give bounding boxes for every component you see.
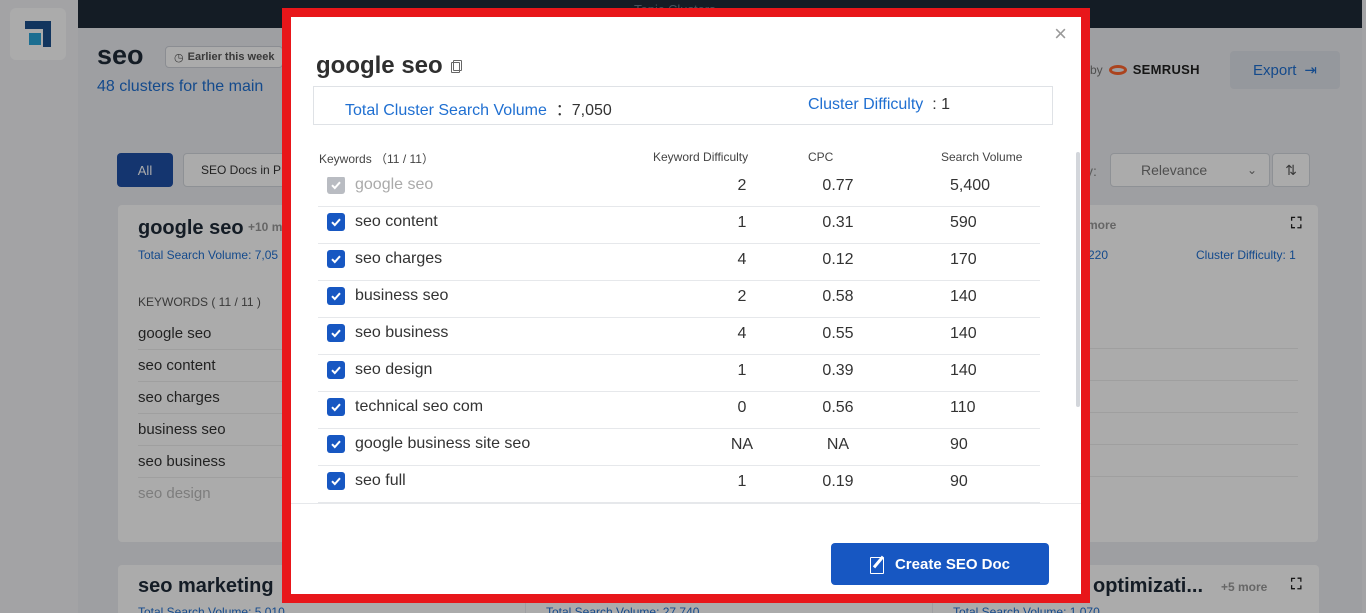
keyword-text: seo content xyxy=(355,213,438,230)
cluster-volume-summary: Total Cluster Search Volume ：7,050 xyxy=(345,102,612,119)
modal-scrollbar[interactable] xyxy=(1076,152,1080,407)
keyword-row[interactable]: seo full 1 0.19 90 xyxy=(318,466,1040,503)
keyword-row[interactable]: technical seo com 0 0.56 110 xyxy=(318,392,1040,429)
keyword-difficulty: 0 xyxy=(737,399,747,416)
cluster-difficulty-summary: Cluster Difficulty : 1 xyxy=(808,96,950,113)
col-keywords: Keywords （11 / 11） xyxy=(319,152,434,166)
keyword-row[interactable]: seo design 1 0.39 140 xyxy=(318,355,1040,392)
checkmark-icon xyxy=(331,440,341,449)
create-seo-doc-button[interactable]: Create SEO Doc xyxy=(831,543,1049,585)
modal-title-text: google seo xyxy=(316,52,443,79)
keyword-cpc: 0.55 xyxy=(822,325,854,342)
keyword-search-volume: 110 xyxy=(950,399,976,416)
keyword-checkbox[interactable] xyxy=(327,361,345,379)
keyword-checkbox[interactable] xyxy=(327,435,345,453)
keyword-difficulty: NA xyxy=(730,436,754,453)
keyword-search-volume: 90 xyxy=(950,473,968,490)
keyword-cpc: 0.39 xyxy=(822,362,854,379)
keyword-checkbox[interactable] xyxy=(327,250,345,268)
create-seo-doc-label: Create SEO Doc xyxy=(894,555,1011,573)
cluster-detail-modal: × google seo Total Cluster Search Volume… xyxy=(291,17,1081,594)
keyword-difficulty: 2 xyxy=(737,288,747,305)
keyword-table-body: google seo 2 0.77 5,400 seo content 1 0.31 590 s… xyxy=(291,177,1081,503)
cluster-volume-value: 7,050 xyxy=(571,102,612,119)
keyword-difficulty: 2 xyxy=(737,177,747,194)
keyword-cpc: 0.19 xyxy=(822,473,854,490)
col-keyword-difficulty: Keyword Difficulty xyxy=(653,150,749,164)
keyword-search-volume: 140 xyxy=(950,325,977,342)
checkmark-icon xyxy=(331,366,341,375)
keyword-row[interactable]: google seo 2 0.77 5,400 xyxy=(318,177,1040,207)
keyword-difficulty: 4 xyxy=(737,325,747,342)
keyword-checkbox[interactable] xyxy=(327,213,345,231)
keyword-search-volume: 170 xyxy=(950,251,977,268)
checkmark-icon xyxy=(331,292,341,301)
keyword-text: google business site seo xyxy=(355,435,531,452)
keyword-row[interactable]: business seo 2 0.58 140 xyxy=(318,281,1040,318)
keyword-row[interactable]: seo business 4 0.55 140 xyxy=(318,318,1040,355)
keyword-cpc: 0.77 xyxy=(822,177,854,194)
checkmark-icon xyxy=(331,403,341,412)
checkmark-icon xyxy=(331,255,341,264)
keyword-text: google seo xyxy=(355,177,434,193)
keyword-checkbox[interactable] xyxy=(327,324,345,342)
col-search-volume: Search Volume xyxy=(941,150,1023,164)
keyword-search-volume: 90 xyxy=(950,436,968,453)
cluster-difficulty-label: Cluster Difficulty xyxy=(808,96,924,113)
keyword-cpc: 0.56 xyxy=(822,399,854,416)
modal-title: google seo xyxy=(316,52,462,80)
keyword-search-volume: 140 xyxy=(950,362,977,379)
checkmark-icon xyxy=(331,477,341,486)
keyword-text: technical seo com xyxy=(355,398,484,415)
keyword-difficulty: 1 xyxy=(737,362,747,379)
keyword-row[interactable]: google business site seo NA NA 90 xyxy=(318,429,1040,466)
edit-doc-icon xyxy=(869,555,887,574)
keyword-checkbox[interactable] xyxy=(327,398,345,416)
keyword-search-volume: 590 xyxy=(950,214,977,231)
close-icon[interactable]: × xyxy=(1054,23,1067,45)
keyword-cpc: 0.12 xyxy=(822,251,854,268)
keyword-cpc: 0.58 xyxy=(822,288,854,305)
keyword-text: seo business xyxy=(355,324,449,341)
keyword-checkbox xyxy=(327,177,345,194)
checkmark-icon xyxy=(331,329,341,338)
copy-icon[interactable] xyxy=(450,59,462,73)
keyword-text: seo charges xyxy=(355,250,443,267)
keyword-text: seo full xyxy=(355,472,406,489)
keyword-row[interactable]: seo charges 4 0.12 170 xyxy=(318,244,1040,281)
col-cpc: CPC xyxy=(808,150,834,164)
checkmark-icon xyxy=(331,218,341,227)
keyword-difficulty: 1 xyxy=(737,214,747,231)
cluster-volume-label: Total Cluster Search Volume xyxy=(345,102,547,119)
cluster-difficulty-value: 1 xyxy=(941,96,950,113)
keyword-row[interactable]: seo content 1 0.31 590 xyxy=(318,207,1040,244)
keyword-search-volume: 5,400 xyxy=(950,177,991,194)
footer-divider xyxy=(291,503,1081,504)
keyword-cpc: 0.31 xyxy=(822,214,854,231)
cluster-summary: Total Cluster Search Volume ：7,050 Clust… xyxy=(313,86,1053,125)
keyword-checkbox[interactable] xyxy=(327,287,345,305)
keyword-text: seo design xyxy=(355,361,433,378)
keyword-search-volume: 140 xyxy=(950,288,977,305)
keyword-cpc: NA xyxy=(826,436,850,453)
checkmark-icon xyxy=(331,181,341,190)
modal-highlight-frame: × google seo Total Cluster Search Volume… xyxy=(282,8,1090,603)
keyword-table-header: Keywords （11 / 11） Keyword Difficulty CP… xyxy=(291,150,1081,170)
keyword-difficulty: 1 xyxy=(737,473,747,490)
keyword-checkbox[interactable] xyxy=(327,472,345,490)
keyword-difficulty: 4 xyxy=(737,251,747,268)
keyword-text: business seo xyxy=(355,287,449,304)
